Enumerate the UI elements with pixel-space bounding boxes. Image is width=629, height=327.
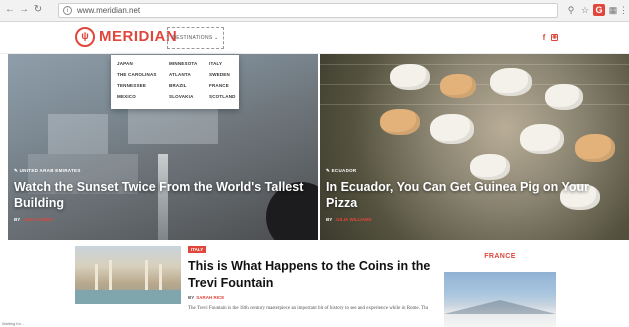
hero-title[interactable]: Watch the Sunset Twice From the World's … [14, 179, 304, 211]
hero-card-right[interactable]: ✎ ECUADOR In Ecuador, You Can Get Guinea… [320, 54, 629, 240]
guinea-pig-shape [380, 109, 420, 135]
site-header: ψ MERIDIAN DESTINATIONS ⌄ f ◉ [0, 22, 629, 54]
dropdown-item[interactable]: ATLANTA [169, 72, 191, 78]
byline-prefix: BY [14, 217, 21, 222]
dropdown-item[interactable]: FRANCE [209, 83, 229, 89]
url-text: www.meridian.net [77, 6, 141, 15]
dropdown-item[interactable]: MEXICO [117, 94, 136, 100]
byline-prefix: BY [188, 295, 195, 300]
hero-byline: BY ALEX COHEN [14, 217, 53, 223]
cage-wire [320, 104, 629, 105]
mountain-shape [444, 300, 556, 314]
hero-category[interactable]: ✎ ECUADOR [326, 168, 356, 174]
byline-prefix: BY [326, 217, 333, 222]
sidebar-heading[interactable]: FRANCE [444, 252, 556, 261]
guinea-pig-shape [470, 154, 510, 180]
sidebar-image[interactable] [444, 272, 556, 327]
hero-title[interactable]: In Ecuador, You Can Get Guinea Pig on Yo… [326, 179, 616, 211]
forward-arrow-icon[interactable]: → [18, 4, 30, 16]
article-author[interactable]: SARAH RICE [196, 295, 224, 300]
menu-icon[interactable]: ⋮ [619, 4, 628, 16]
guinea-pig-shape [430, 114, 474, 144]
back-arrow-icon[interactable]: ← [4, 4, 16, 16]
city-texture [48, 114, 108, 154]
fountain-column [95, 264, 98, 290]
guinea-pig-shape [440, 74, 476, 98]
guinea-pig-shape [545, 84, 583, 110]
destinations-dropdown: JAPAN MINNESOTA ITALY THE CAROLINAS ATLA… [111, 55, 239, 109]
extension-grid-icon[interactable]: ▦ [607, 4, 619, 16]
guinea-pig-shape [520, 124, 564, 154]
meridian-logo-icon[interactable]: ψ [75, 27, 95, 47]
extension-icon[interactable]: G [593, 4, 605, 16]
article-title[interactable]: This is What Happens to the Coins in the… [188, 258, 438, 292]
dropdown-item[interactable]: THE CAROLINAS [117, 72, 157, 78]
dropdown-item[interactable]: JAPAN [117, 61, 133, 67]
hero-author[interactable]: ALEX COHEN [23, 217, 53, 222]
hero-author[interactable]: JULIA WILLIAMS [335, 217, 371, 222]
site-logo-text[interactable]: MERIDIAN [99, 28, 177, 46]
article-thumbnail[interactable] [75, 246, 181, 304]
dropdown-item[interactable]: ITALY [209, 61, 222, 67]
instagram-icon[interactable]: ◉ [551, 34, 558, 41]
reload-icon[interactable]: ↻ [32, 4, 44, 16]
guinea-pig-shape [390, 64, 430, 90]
article-byline: BY SARAH RICE [188, 295, 224, 301]
dropdown-item[interactable]: SWEDEN [209, 72, 230, 78]
article-excerpt: The Trevi Fountain is the 18th century m… [188, 306, 428, 311]
dropdown-item[interactable]: TENNESSEE [117, 83, 146, 89]
hero-category[interactable]: ✎ UNITED ARAB EMIRATES [14, 168, 81, 174]
bookmark-star-icon[interactable]: ☆ [579, 4, 591, 16]
fountain-column [145, 260, 148, 290]
facebook-icon[interactable]: f [540, 34, 548, 42]
dropdown-item[interactable]: BRAZIL [169, 83, 187, 89]
zoom-icon[interactable]: ⚲ [565, 4, 577, 16]
guinea-pig-shape [575, 134, 615, 162]
cage-wire [320, 64, 629, 65]
dropdown-item[interactable]: MINNESOTA [169, 61, 197, 67]
destinations-menu-button[interactable]: DESTINATIONS ⌄ [167, 27, 224, 49]
fountain-column [159, 264, 162, 290]
hero-byline: BY JULIA WILLIAMS [326, 217, 372, 223]
status-bar-text: Waiting for... [2, 321, 25, 326]
guinea-pig-shape [490, 68, 532, 96]
dropdown-item[interactable]: SLOVAKIA [169, 94, 194, 100]
address-bar[interactable]: i www.meridian.net [58, 3, 558, 18]
info-icon[interactable]: i [63, 6, 72, 15]
browser-toolbar: ← → ↻ i www.meridian.net ⚲ ☆ G ▦ ⋮ [0, 0, 629, 22]
fountain-water [75, 290, 181, 304]
article-category-badge[interactable]: ITALY [188, 246, 207, 253]
dropdown-item[interactable]: SCOTLAND [209, 94, 236, 100]
fountain-column [109, 260, 112, 290]
